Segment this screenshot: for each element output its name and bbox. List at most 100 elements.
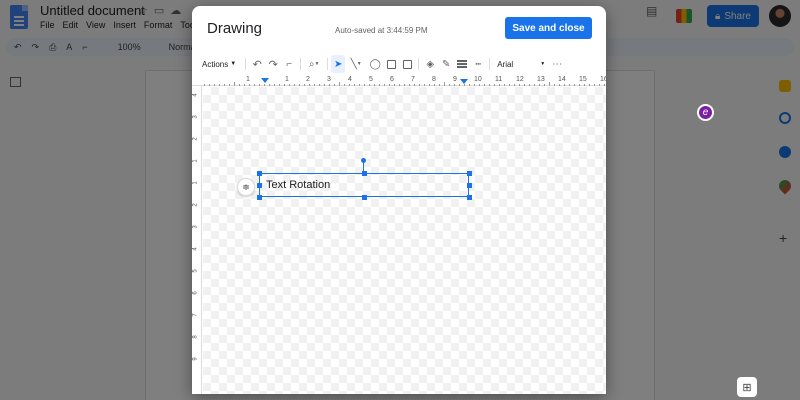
ruler-tick: [424, 84, 425, 86]
ruler-tick: [209, 84, 210, 86]
ruler-tick: [569, 84, 570, 86]
ruler-tick: [354, 84, 355, 86]
ruler-number: 9: [192, 357, 199, 361]
ruler-tick: [589, 84, 590, 86]
left-indent-marker[interactable]: [261, 78, 269, 83]
font-select[interactable]: Arial ▼: [493, 55, 549, 73]
ruler-number: 13: [537, 76, 545, 83]
ruler-tick: [469, 84, 470, 86]
ruler-tick: [404, 84, 405, 86]
ruler-tick: [429, 84, 430, 86]
ruler-tick: [529, 84, 530, 86]
ruler-number: 5: [369, 76, 373, 83]
resize-handle-top-left[interactable]: [257, 171, 262, 176]
ruler-number: 7: [192, 313, 199, 317]
dialog-title: Drawing: [207, 20, 263, 37]
ruler-tick: [374, 84, 375, 86]
zoom-icon[interactable]: ⌕ ▼: [304, 55, 324, 73]
fill-color-icon[interactable]: ◈: [422, 55, 438, 73]
ruler-number: 1: [192, 181, 199, 185]
ruler-tick: [574, 84, 575, 86]
ruler-tick: [299, 84, 300, 86]
ruler-tick: [224, 84, 225, 86]
ruler-number: 3: [327, 76, 331, 83]
image-icon[interactable]: [399, 55, 415, 73]
ruler-number: 3: [192, 225, 199, 229]
resize-handle-bottom[interactable]: [362, 195, 367, 200]
autosave-status: Auto-saved at 3:44:59 PM: [335, 26, 428, 35]
text-box-icon[interactable]: [383, 55, 399, 73]
select-cursor-icon[interactable]: ➤: [331, 55, 346, 73]
line-tool-icon[interactable]: ╲ ▼: [345, 55, 367, 73]
border-dash-icon[interactable]: ┅: [470, 55, 486, 73]
actions-menu[interactable]: Actions ▼: [196, 55, 242, 73]
toolbar-divider: [327, 58, 329, 70]
ruler-tick: [284, 84, 285, 86]
ruler-tick: [229, 84, 230, 86]
ruler-number: 9: [453, 76, 457, 83]
ruler-tick: [314, 84, 315, 86]
ruler-tick: [579, 84, 580, 86]
text-box-content[interactable]: Text Rotation: [266, 179, 330, 191]
ruler-tick: [259, 84, 260, 86]
ruler-number: 2: [192, 137, 199, 141]
ruler-number: 16: [600, 76, 606, 83]
redo-icon[interactable]: ↷: [265, 55, 281, 73]
ruler-tick: [454, 84, 455, 86]
paint-format-icon[interactable]: ⌐: [281, 55, 297, 73]
ruler-tick: [479, 84, 480, 86]
ruler-number: 4: [192, 247, 199, 251]
ruler-tick: [434, 84, 435, 86]
resize-handle-right[interactable]: [467, 183, 472, 188]
drawing-canvas[interactable]: [203, 87, 606, 394]
ruler-tick: [559, 84, 560, 86]
ruler-tick: [204, 84, 205, 86]
ruler-number: 6: [192, 291, 199, 295]
extension-badge-icon[interactable]: e: [697, 104, 714, 121]
ruler-tick: [279, 84, 280, 86]
resize-handle-top-right[interactable]: [467, 171, 472, 176]
ruler-number: 7: [411, 76, 415, 83]
right-indent-marker[interactable]: [460, 79, 468, 84]
border-weight-icon[interactable]: [454, 55, 470, 73]
vertical-align-button[interactable]: ≑: [237, 178, 255, 196]
ruler-tick: [394, 84, 395, 86]
ruler-number: 8: [432, 76, 436, 83]
ruler-tick: [514, 84, 515, 86]
ruler-number: 2: [192, 203, 199, 207]
ruler-number: 2: [306, 76, 310, 83]
ruler-tick: [379, 84, 380, 86]
save-and-close-button[interactable]: Save and close: [505, 17, 592, 39]
resize-handle-bottom-right[interactable]: [467, 195, 472, 200]
ruler-tick: [294, 84, 295, 86]
text-box[interactable]: Text Rotation: [259, 173, 469, 197]
ruler-number: 8: [192, 335, 199, 339]
ruler-tick: [349, 84, 350, 86]
ruler-number: 1: [192, 159, 199, 163]
resize-handle-left[interactable]: [257, 183, 262, 188]
ruler-tick: [364, 84, 365, 86]
rotation-handle[interactable]: [361, 158, 366, 163]
more-options-icon[interactable]: ⋯: [549, 55, 565, 73]
shape-tool-icon[interactable]: ◯: [367, 55, 383, 73]
ruler-tick: [494, 84, 495, 86]
ruler-tick: [234, 82, 235, 86]
ruler-tick: [384, 84, 385, 86]
ruler-tick: [334, 84, 335, 86]
ruler-tick: [509, 84, 510, 86]
ruler-number: 4: [192, 93, 199, 97]
ruler-tick: [474, 84, 475, 86]
explore-button[interactable]: ⊞: [737, 377, 757, 397]
border-color-icon[interactable]: ✎: [438, 55, 454, 73]
resize-handle-top[interactable]: [362, 171, 367, 176]
ruler-tick: [539, 84, 540, 86]
vertical-ruler: 4 3 2 1 1 2 3 4 5 6 7 8 9: [192, 86, 202, 394]
ruler-tick: [399, 84, 400, 86]
ruler-tick: [499, 84, 500, 86]
ruler-tick: [484, 84, 485, 86]
ruler-number: 1: [246, 76, 250, 83]
ruler-tick: [524, 84, 525, 86]
ruler-number: 15: [579, 76, 587, 83]
undo-icon[interactable]: ↶: [249, 55, 265, 73]
resize-handle-bottom-left[interactable]: [257, 195, 262, 200]
